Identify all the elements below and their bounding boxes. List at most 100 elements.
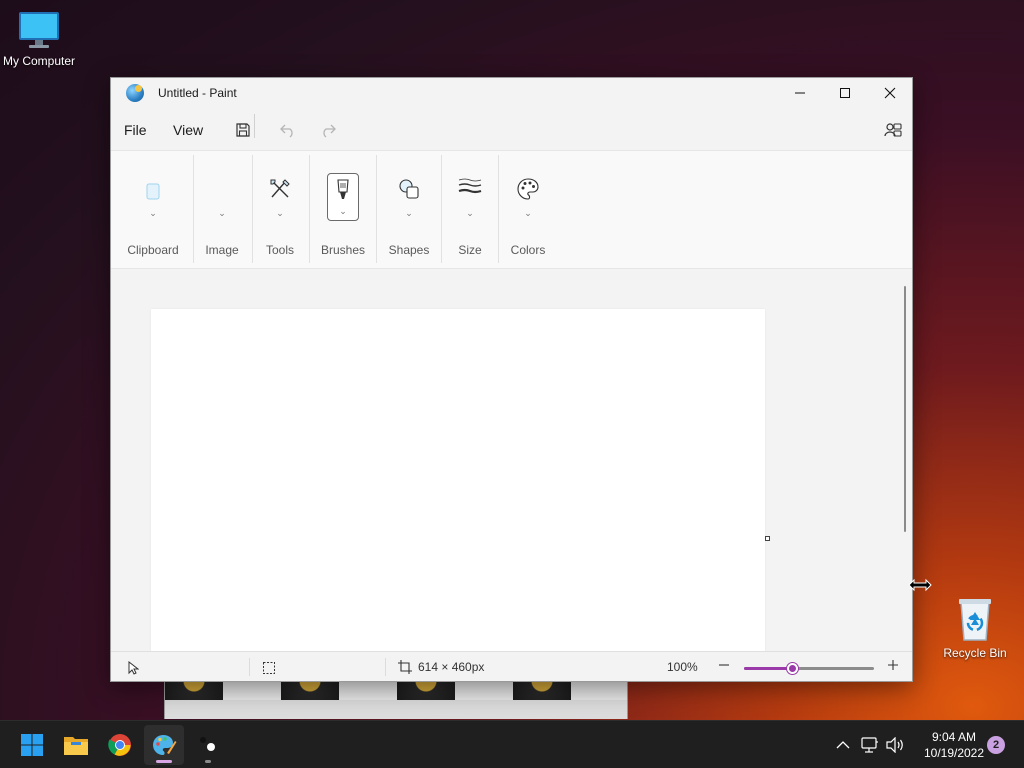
save-button[interactable]	[232, 119, 254, 141]
canvas-workspace[interactable]	[111, 269, 898, 651]
canvas-resize-handle[interactable]	[765, 536, 770, 541]
paint-window: Untitled - Paint File View ⌄ Clipboard ⌄…	[110, 77, 913, 682]
menu-divider	[254, 114, 255, 138]
status-divider	[385, 658, 386, 676]
ribbon-label: Colors	[510, 243, 546, 257]
palette-icon	[517, 178, 539, 200]
ribbon-label: Image	[205, 243, 239, 257]
drawing-canvas[interactable]	[151, 309, 765, 651]
thumbnail-image	[397, 681, 455, 700]
network-icon	[861, 737, 878, 753]
background-window	[164, 681, 628, 719]
status-divider	[249, 658, 250, 676]
undo-button[interactable]	[277, 119, 299, 141]
zoom-slider[interactable]	[744, 663, 874, 674]
maximize-button[interactable]	[822, 78, 868, 108]
start-button[interactable]	[12, 725, 52, 765]
desktop-icon-label: Recycle Bin	[943, 646, 1007, 660]
scrollbar-thumb[interactable]	[904, 286, 906, 532]
minus-icon	[719, 664, 729, 666]
ribbon-group-clipboard[interactable]: ⌄ Clipboard	[119, 151, 187, 269]
chevron-down-icon: ⌄	[405, 208, 413, 218]
taskbar-paint[interactable]	[144, 725, 184, 765]
background-window-bar	[165, 700, 627, 719]
resize-cursor-icon	[908, 578, 932, 592]
ribbon-divider	[376, 155, 377, 263]
folder-icon	[64, 737, 88, 755]
ribbon-divider	[309, 155, 310, 263]
clock-date: 10/19/2022	[923, 746, 985, 760]
monitor-icon	[19, 12, 59, 48]
title-bar[interactable]: Untitled - Paint	[111, 78, 912, 110]
ribbon-group-image[interactable]: ⌄ Image	[197, 151, 247, 269]
paint-icon	[153, 735, 177, 755]
zoom-out-button[interactable]	[717, 657, 731, 673]
undo-icon	[280, 124, 293, 138]
ribbon-label: Tools	[265, 243, 294, 257]
windows-logo-icon	[21, 734, 43, 756]
tools-icon	[270, 179, 290, 198]
ribbon-label: Size	[458, 243, 482, 257]
volume-button[interactable]	[884, 721, 906, 768]
zoom-in-button[interactable]	[887, 657, 901, 673]
canvas-size-icon	[398, 660, 412, 674]
pointer-icon	[128, 661, 139, 675]
clock-time: 9:04 AM	[931, 730, 977, 744]
minimize-button[interactable]	[777, 78, 823, 108]
desktop-icon-my-computer[interactable]: My Computer	[0, 10, 84, 68]
recycle-bin-icon	[959, 599, 991, 641]
ribbon-divider	[498, 155, 499, 263]
plus-icon	[888, 660, 898, 670]
zoom-readout: 100%	[667, 660, 698, 674]
notification-badge[interactable]: 2	[987, 736, 1005, 754]
speaker-icon	[886, 737, 903, 753]
close-button[interactable]	[867, 78, 912, 108]
status-bar: 614 × 460px 100%	[111, 651, 912, 681]
menu-view[interactable]: View	[173, 122, 203, 138]
menu-bar: File View	[111, 110, 912, 150]
chevron-down-icon: ⌄	[466, 208, 474, 218]
ribbon-divider	[252, 155, 253, 263]
ribbon-group-shapes[interactable]: ⌄ Shapes	[380, 151, 438, 269]
zoom-slider-thumb[interactable]	[787, 663, 798, 674]
ribbon-group-size[interactable]: ⌄ Size	[445, 151, 495, 269]
minimize-icon	[795, 92, 805, 94]
ribbon-divider	[193, 155, 194, 263]
chevron-down-icon: ⌄	[339, 206, 347, 216]
active-indicator	[156, 760, 172, 763]
redo-icon	[323, 124, 336, 138]
close-icon	[884, 87, 896, 99]
redo-button[interactable]	[317, 119, 339, 141]
ribbon-toolbar: ⌄ Clipboard ⌄ Image ⌄ Tools ⌄ Brushes ⌄ …	[111, 150, 912, 269]
chevron-down-icon: ⌄	[276, 208, 284, 218]
desktop-icon-recycle-bin[interactable]: Recycle Bin	[930, 596, 1020, 660]
desktop-icon-label: My Computer	[2, 54, 76, 68]
tray-overflow-button[interactable]	[832, 721, 854, 768]
ribbon-divider	[441, 155, 442, 263]
shapes-icon	[399, 179, 419, 199]
paint-app-icon	[126, 84, 144, 102]
thumbnail-image	[513, 681, 571, 700]
taskbar-clock[interactable]: 9:04 AM 10/19/2022	[912, 729, 996, 761]
size-icon	[458, 178, 482, 194]
canvas-size-readout: 614 × 460px	[418, 660, 485, 674]
network-button[interactable]	[859, 721, 881, 768]
clipboard-icon	[146, 183, 160, 200]
thumbnail-image	[281, 681, 339, 700]
chrome-icon	[108, 734, 131, 756]
ribbon-label: Shapes	[388, 243, 430, 257]
vertical-scrollbar[interactable]	[898, 269, 912, 651]
ribbon-group-tools[interactable]: ⌄ Tools	[256, 151, 304, 269]
chevron-down-icon: ⌄	[149, 208, 157, 218]
save-icon	[236, 123, 250, 137]
account-icon	[884, 123, 902, 137]
ribbon-group-colors[interactable]: ⌄ Colors	[502, 151, 554, 269]
ribbon-group-brushes[interactable]: ⌄ Brushes	[313, 151, 373, 269]
account-button[interactable]	[882, 119, 904, 141]
menu-file[interactable]: File	[124, 122, 147, 138]
taskbar-chrome[interactable]	[100, 725, 140, 765]
taskbar-app[interactable]	[188, 725, 228, 765]
thumbnail-image	[165, 681, 223, 700]
app-dots-icon	[200, 737, 215, 751]
taskbar-file-explorer[interactable]	[56, 725, 96, 765]
